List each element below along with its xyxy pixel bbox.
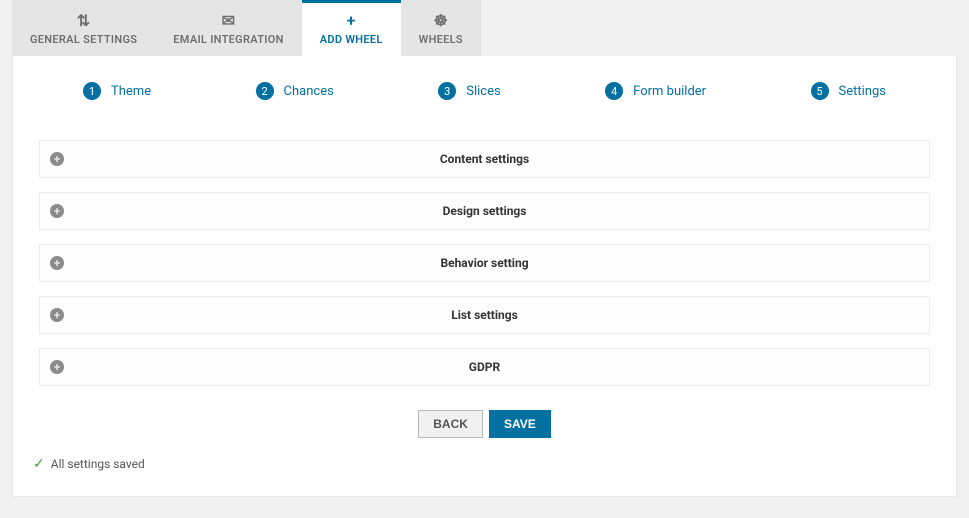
expand-icon: +: [50, 308, 64, 322]
tab-general-settings[interactable]: ⇅ GENERAL SETTINGS: [12, 0, 155, 56]
panel-add-wheel: 1 Theme 2 Chances 3 Slices 4 Form builde…: [12, 56, 957, 497]
step-slices[interactable]: 3 Slices: [438, 82, 500, 100]
accordion-title: List settings: [40, 308, 929, 322]
step-number: 5: [811, 82, 829, 100]
sliders-icon: ⇅: [30, 13, 137, 29]
accordion-behavior-setting[interactable]: + Behavior setting: [39, 244, 930, 282]
status-text: All settings saved: [51, 457, 145, 471]
step-form-builder[interactable]: 4 Form builder: [605, 82, 706, 100]
step-number: 2: [256, 82, 274, 100]
accordion-content-settings[interactable]: + Content settings: [39, 140, 930, 178]
accordion-title: Behavior setting: [40, 256, 929, 270]
step-label: Chances: [284, 84, 334, 99]
step-label: Settings: [839, 84, 886, 99]
step-label: Form builder: [633, 84, 706, 99]
tab-add-wheel[interactable]: + ADD WHEEL: [302, 0, 401, 56]
tab-label: ADD WHEEL: [320, 33, 383, 46]
step-label: Theme: [111, 84, 151, 99]
accordion-gdpr[interactable]: + GDPR: [39, 348, 930, 386]
step-number: 1: [83, 82, 101, 100]
expand-icon: +: [50, 204, 64, 218]
expand-icon: +: [50, 152, 64, 166]
check-icon: ✓: [33, 456, 45, 472]
wizard-steps: 1 Theme 2 Chances 3 Slices 4 Form builde…: [33, 76, 936, 110]
settings-accordion: + Content settings + Design settings + B…: [39, 140, 930, 386]
tab-label: GENERAL SETTINGS: [30, 33, 137, 46]
top-tabs: ⇅ GENERAL SETTINGS ✉ EMAIL INTEGRATION +…: [12, 0, 957, 56]
expand-icon: +: [50, 256, 64, 270]
expand-icon: +: [50, 360, 64, 374]
button-row: BACK SAVE: [33, 410, 936, 438]
step-label: Slices: [466, 84, 500, 99]
step-number: 3: [438, 82, 456, 100]
tab-label: EMAIL INTEGRATION: [173, 33, 283, 46]
accordion-title: GDPR: [40, 360, 929, 374]
back-button[interactable]: BACK: [418, 410, 483, 438]
accordion-title: Design settings: [40, 204, 929, 218]
tab-email-integration[interactable]: ✉ EMAIL INTEGRATION: [155, 0, 301, 56]
accordion-design-settings[interactable]: + Design settings: [39, 192, 930, 230]
step-chances[interactable]: 2 Chances: [256, 82, 334, 100]
wheel-icon: ☸: [419, 13, 463, 29]
accordion-title: Content settings: [40, 152, 929, 166]
save-status: ✓ All settings saved: [33, 456, 936, 472]
accordion-list-settings[interactable]: + List settings: [39, 296, 930, 334]
plus-icon: +: [320, 13, 383, 29]
step-number: 4: [605, 82, 623, 100]
tab-wheels[interactable]: ☸ WHEELS: [401, 0, 481, 56]
envelope-icon: ✉: [173, 13, 283, 29]
step-theme[interactable]: 1 Theme: [83, 82, 151, 100]
save-button[interactable]: SAVE: [489, 410, 551, 438]
tab-label: WHEELS: [419, 33, 463, 46]
step-settings[interactable]: 5 Settings: [811, 82, 886, 100]
